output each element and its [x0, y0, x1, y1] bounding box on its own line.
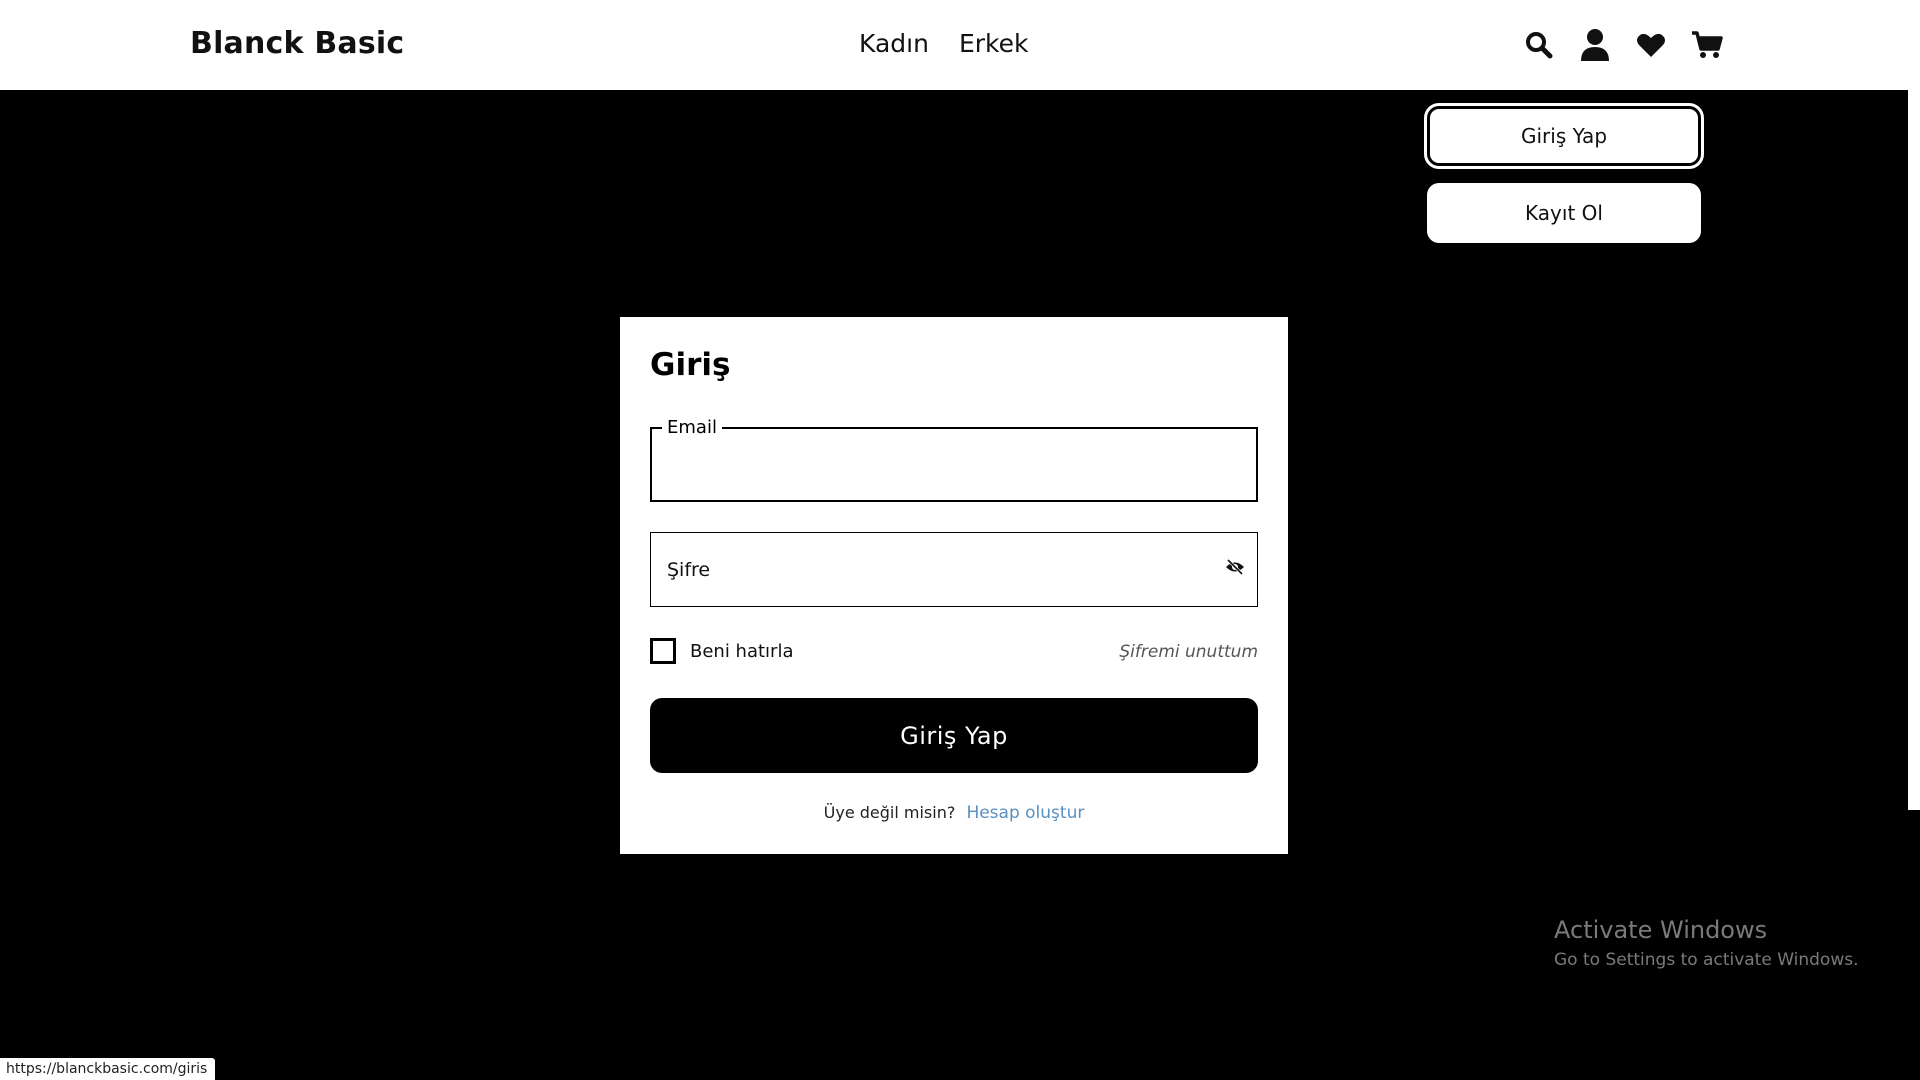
- search-icon[interactable]: [1521, 27, 1557, 63]
- account-menu-caret: [1575, 73, 1607, 90]
- scrollbar-track[interactable]: [1908, 0, 1920, 810]
- remember-me-toggle[interactable]: Beni hatırla: [650, 638, 793, 664]
- forgot-password-link[interactable]: Şifremi unuttum: [1119, 642, 1258, 662]
- brand-logo[interactable]: Blanck Basic: [190, 26, 404, 61]
- eye-slash-icon[interactable]: [1225, 558, 1245, 580]
- password-field[interactable]: [650, 532, 1258, 607]
- windows-activation-watermark: Activate Windows Go to Settings to activ…: [1554, 916, 1859, 970]
- account-menu-login-button[interactable]: Giriş Yap: [1424, 103, 1704, 169]
- account-menu-register-button[interactable]: Kayıt Ol: [1427, 183, 1701, 243]
- nav-link-kadin[interactable]: Kadın: [859, 29, 929, 58]
- watermark-subtitle: Go to Settings to activate Windows.: [1554, 950, 1859, 970]
- nav-link-erkek[interactable]: Erkek: [959, 29, 1029, 58]
- cart-icon[interactable]: [1689, 27, 1725, 63]
- login-submit-button[interactable]: Giriş Yap: [650, 698, 1258, 773]
- signup-prompt-line: Üye değil misin? Hesap oluştur: [620, 803, 1288, 823]
- remember-me-label: Beni hatırla: [690, 640, 794, 662]
- password-input[interactable]: [665, 547, 1209, 593]
- watermark-title: Activate Windows: [1554, 916, 1768, 944]
- site-header: Blanck Basic Kadın Erkek: [0, 0, 1908, 90]
- scrollbar-gap: [1908, 810, 1920, 1080]
- create-account-link[interactable]: Hesap oluştur: [966, 803, 1084, 823]
- header-icons: [1521, 27, 1725, 63]
- heart-icon[interactable]: [1633, 27, 1669, 63]
- signup-prompt-text: Üye değil misin?: [823, 803, 956, 822]
- user-icon[interactable]: [1577, 27, 1613, 63]
- remember-me-checkbox[interactable]: [650, 638, 676, 664]
- email-input[interactable]: [666, 443, 1210, 489]
- email-label: Email: [662, 417, 722, 438]
- status-bar-url: https://blanckbasic.com/giris: [0, 1058, 216, 1080]
- login-card: Giriş Email Beni hatırla Şifremi unuttum…: [620, 317, 1288, 854]
- email-field[interactable]: Email: [650, 417, 1258, 502]
- main-nav: Kadın Erkek: [859, 29, 1028, 58]
- login-title: Giriş: [650, 347, 731, 383]
